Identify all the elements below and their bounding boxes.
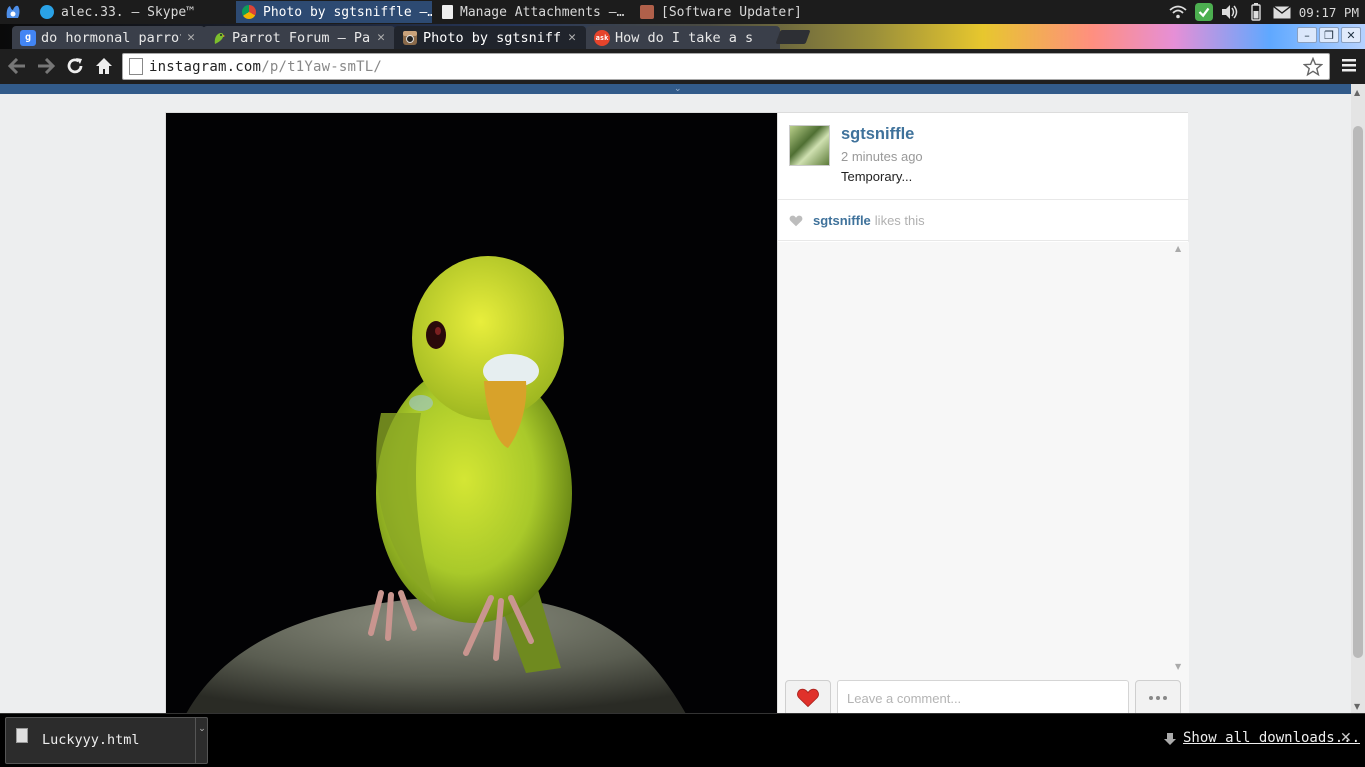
taskbar-item-label: Photo by sgtsniffle –… <box>263 4 432 20</box>
os-top-panel: alec.33. – Skype™ Photo by sgtsniffle –…… <box>0 0 1365 24</box>
document-icon <box>442 5 453 19</box>
close-window-button[interactable]: ✕ <box>1341 27 1361 43</box>
scroll-down-icon[interactable]: ▼ <box>1175 662 1181 671</box>
tab-title: Parrot Forum – Pa <box>232 29 371 46</box>
tab-hormonal-parrot[interactable]: g do hormonal parrot ✕ <box>12 26 205 49</box>
taskbar-item-label: alec.33. – Skype™ <box>61 4 195 20</box>
likes-row: sgtsniffle likes this <box>778 201 1189 241</box>
taskbar-item-skype[interactable]: alec.33. – Skype™ <box>34 1 232 23</box>
post-photo[interactable] <box>166 113 777 713</box>
updater-icon <box>640 5 654 19</box>
tab-parrot-forum[interactable]: Parrot Forum – Pa ✕ <box>203 26 395 49</box>
home-icon <box>96 58 112 74</box>
taskbar-item-updater[interactable]: [Software Updater] <box>634 1 810 23</box>
updates-ok-icon[interactable] <box>1194 3 1213 21</box>
avatar[interactable] <box>789 125 830 166</box>
url-path: /p/t1Yaw-smTL/ <box>261 58 382 75</box>
post-caption: Temporary... <box>841 169 913 184</box>
scroll-down-icon[interactable]: ▼ <box>1354 702 1360 711</box>
photo-card: sgtsniffle 2 minutes ago Temporary... sg… <box>165 112 1189 713</box>
dot <box>1156 696 1160 700</box>
forward-arrow-icon <box>38 58 55 74</box>
google-icon: g <box>20 29 36 46</box>
back-button[interactable] <box>6 55 28 77</box>
launcher-icon[interactable] <box>4 3 22 21</box>
ask-icon: ask <box>594 29 610 46</box>
more-options-button[interactable] <box>1135 680 1181 713</box>
wifi-icon[interactable] <box>1169 3 1187 21</box>
close-icon[interactable]: ✕ <box>1340 730 1352 746</box>
close-icon[interactable]: ✕ <box>377 30 385 45</box>
taskbar-item-label: [Software Updater] <box>661 4 802 20</box>
scrollbar-thumb[interactable] <box>1353 126 1363 658</box>
instagram-icon <box>402 30 418 46</box>
taskbar-item-label: Manage Attachments –… <box>460 4 625 20</box>
chrome-menu-button[interactable] <box>1341 57 1359 75</box>
taskbar-item-attachments[interactable]: Manage Attachments –… <box>436 1 632 23</box>
scroll-up-icon[interactable]: ▲ <box>1175 244 1181 253</box>
heart-icon <box>789 215 803 226</box>
close-icon[interactable]: ✕ <box>187 30 195 45</box>
browser-tab-strip: g do hormonal parrot ✕ Parrot Forum – Pa… <box>0 24 1365 49</box>
system-tray: 09:17 PM <box>1169 0 1365 24</box>
scroll-up-icon[interactable]: ▲ <box>1354 88 1360 97</box>
post-sidebar: sgtsniffle 2 minutes ago Temporary... sg… <box>777 113 1189 713</box>
new-tab-button[interactable] <box>775 30 811 44</box>
tab-how-do-i-take[interactable]: ask How do I take a s <box>586 26 780 49</box>
budgie-photo <box>166 113 777 713</box>
reload-button[interactable] <box>64 55 86 77</box>
battery-icon[interactable] <box>1247 3 1265 21</box>
clock[interactable]: 09:17 PM <box>1299 5 1359 20</box>
parrot-forum-icon <box>211 30 227 46</box>
skype-icon <box>40 5 54 19</box>
like-button[interactable] <box>785 680 831 713</box>
heart-icon <box>797 688 819 708</box>
address-bar[interactable]: instagram.com/p/t1Yaw-smTL/ <box>122 53 1330 80</box>
tab-title: How do I take a s <box>615 29 754 46</box>
post-timestamp: 2 minutes ago <box>841 149 923 164</box>
downloads-shelf: Luckyyy.html ⌄ Show all downloads... ✕ <box>0 713 1365 767</box>
volume-icon[interactable] <box>1221 3 1239 21</box>
likes-text: likes this <box>874 213 925 228</box>
dot <box>1149 696 1153 700</box>
minimize-button[interactable]: – <box>1297 27 1317 43</box>
url-text[interactable]: instagram.com/p/t1Yaw-smTL/ <box>149 59 382 75</box>
chevron-down-icon[interactable]: ⌄ <box>674 84 682 94</box>
close-icon[interactable]: ✕ <box>568 30 576 45</box>
instagram-header: ⌄ <box>0 84 1351 94</box>
reload-icon <box>67 58 83 74</box>
back-arrow-icon <box>8 58 25 74</box>
bookmark-star-icon[interactable] <box>1302 56 1324 77</box>
browser-toolbar: instagram.com/p/t1Yaw-smTL/ <box>0 49 1365 84</box>
dot <box>1163 696 1167 700</box>
download-filename: Luckyyy.html <box>42 732 140 748</box>
comments-scrollbar[interactable]: ▲ ▼ <box>1175 244 1183 671</box>
comment-bar <box>778 673 1189 713</box>
maximize-button[interactable]: ❐ <box>1319 27 1339 43</box>
hamburger-icon <box>1342 59 1356 72</box>
tab-title: Photo by sgtsniffle <box>423 29 563 46</box>
post-header: sgtsniffle 2 minutes ago Temporary... <box>778 113 1189 200</box>
forward-button[interactable] <box>35 55 57 77</box>
tab-photo-by-sgtsniffle[interactable]: Photo by sgtsniffle ✕ <box>394 26 586 49</box>
chrome-icon <box>242 5 256 19</box>
page-icon <box>129 58 143 75</box>
taskbar-item-chrome[interactable]: Photo by sgtsniffle –… <box>236 1 432 23</box>
liker-username[interactable]: sgtsniffle <box>813 213 871 228</box>
page-scrollbar[interactable]: ▲ ▼ <box>1351 84 1365 713</box>
download-item[interactable]: Luckyyy.html ⌄ <box>5 717 208 764</box>
web-page: ⌄ sgtsniffle 2 minutes ago Temporary... … <box>0 84 1351 713</box>
comments-list[interactable]: ▲ ▼ <box>778 242 1189 673</box>
mail-icon[interactable] <box>1272 3 1291 21</box>
tab-title: do hormonal parrot <box>41 29 182 46</box>
window-controls: – ❐ ✕ <box>1297 27 1361 43</box>
comment-input[interactable] <box>837 680 1129 713</box>
download-arrow-icon <box>1164 733 1176 745</box>
url-host: instagram.com <box>149 58 262 75</box>
home-button[interactable] <box>93 55 115 77</box>
show-all-downloads-link[interactable]: Show all downloads... <box>1183 730 1360 746</box>
chevron-down-icon[interactable]: ⌄ <box>195 718 208 763</box>
file-icon <box>16 728 28 743</box>
post-username[interactable]: sgtsniffle <box>841 125 914 144</box>
